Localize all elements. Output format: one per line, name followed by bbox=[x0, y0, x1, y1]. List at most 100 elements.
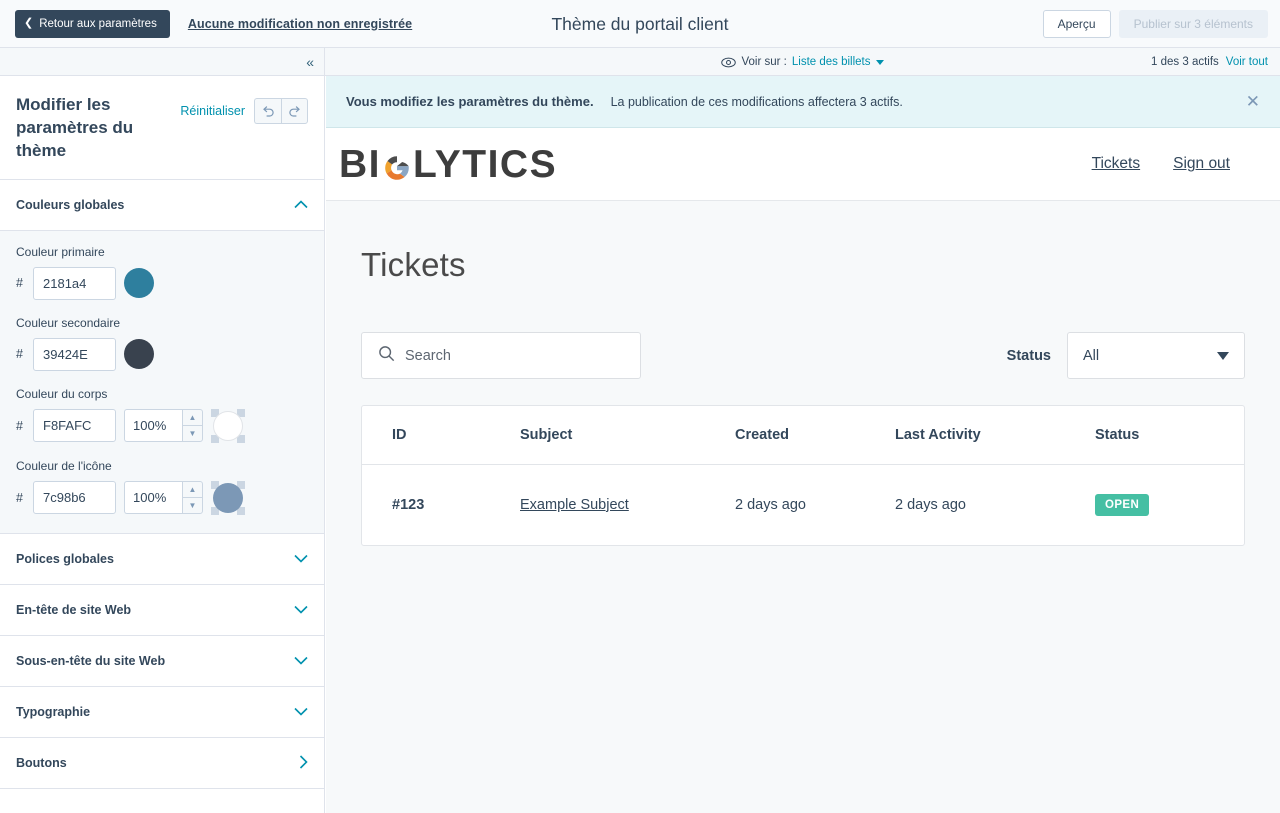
color-field-body: Couleur du corps # ▲ ▼ bbox=[16, 387, 308, 443]
column-header-status: Status bbox=[1095, 427, 1244, 443]
banner-title: Vous modifiez les paramètres du thème. bbox=[346, 94, 594, 109]
preview-button[interactable]: Aperçu bbox=[1043, 10, 1111, 38]
section-label: En-tête de site Web bbox=[16, 603, 131, 617]
tickets-page: Tickets Search Status All bbox=[326, 201, 1280, 546]
sidebar-section-typographie[interactable]: Typographie bbox=[0, 687, 324, 738]
cell-created: 2 days ago bbox=[735, 497, 895, 513]
section-label: Polices globales bbox=[16, 552, 114, 566]
back-to-settings-button[interactable]: ❮ Retour aux paramètres bbox=[15, 10, 170, 38]
body-hex-input[interactable] bbox=[33, 409, 116, 442]
chevron-down-icon bbox=[294, 552, 308, 565]
tickets-heading: Tickets bbox=[361, 246, 1245, 284]
sidebar-title: Modifier les paramètres du thème bbox=[16, 94, 176, 163]
sidebar-section-sous-en-tete-du-site-web[interactable]: Sous-en-tête du site Web bbox=[0, 636, 324, 687]
spinner-down-icon[interactable]: ▼ bbox=[183, 426, 202, 441]
primary-color-swatch[interactable] bbox=[124, 268, 154, 298]
actives-status: 1 des 3 actifs Voir tout bbox=[1151, 48, 1268, 76]
hash-symbol: # bbox=[16, 276, 25, 290]
spinner-up-icon[interactable]: ▲ bbox=[183, 482, 202, 498]
spinner-down-icon[interactable]: ▼ bbox=[183, 498, 202, 513]
icon-color-swatch[interactable] bbox=[211, 481, 245, 515]
column-header-id: ID bbox=[362, 427, 520, 443]
sidebar-collapse-cell: « bbox=[0, 48, 325, 76]
view-on-selector[interactable]: Liste des billets bbox=[792, 56, 884, 68]
status-filter-select[interactable]: All bbox=[1067, 332, 1245, 379]
column-header-created: Created bbox=[735, 427, 895, 443]
chevron-down-icon bbox=[876, 60, 884, 65]
undo-redo-group bbox=[254, 98, 308, 124]
reset-link[interactable]: Réinitialiser bbox=[180, 104, 245, 118]
cell-last-activity: 2 days ago bbox=[895, 497, 1095, 513]
body-color-swatch[interactable] bbox=[211, 409, 245, 443]
chevron-left-icon: ❮ bbox=[24, 18, 33, 29]
view-all-link[interactable]: Voir tout bbox=[1226, 56, 1268, 68]
body-opacity-input[interactable] bbox=[124, 409, 182, 442]
cell-status: OPEN bbox=[1095, 494, 1244, 516]
column-header-last-activity: Last Activity bbox=[895, 427, 1095, 443]
color-label: Couleur de l'icône bbox=[16, 459, 308, 473]
unsaved-changes-link[interactable]: Aucune modification non enregistrée bbox=[188, 17, 412, 31]
chevron-down-icon bbox=[294, 654, 308, 667]
icon-opacity-stepper: ▲ ▼ bbox=[124, 481, 203, 514]
logo-text-part2: LYTICS bbox=[413, 145, 557, 184]
sidebar-header-actions: Réinitialiser bbox=[180, 94, 308, 124]
theme-preview-pane: Vous modifiez les paramètres du thème. L… bbox=[326, 76, 1280, 813]
site-logo: BI LYTICS bbox=[339, 145, 557, 184]
sidebar-section-polices-globales[interactable]: Polices globales bbox=[0, 534, 324, 585]
sidebar-section-couleurs-globales[interactable]: Couleurs globales bbox=[0, 180, 324, 231]
chevron-right-icon bbox=[299, 755, 308, 771]
icon-opacity-input[interactable] bbox=[124, 481, 182, 514]
site-nav: Tickets Sign out bbox=[1092, 155, 1230, 173]
global-colors-panel: Couleur primaire # Couleur secondaire # … bbox=[0, 231, 324, 534]
color-field-secondary: Couleur secondaire # bbox=[16, 316, 308, 371]
sidebar-header: Modifier les paramètres du thème Réiniti… bbox=[0, 76, 324, 180]
publish-button[interactable]: Publier sur 3 éléments bbox=[1119, 10, 1268, 38]
cell-subject: Example Subject bbox=[520, 497, 735, 513]
icon-hex-input[interactable] bbox=[33, 481, 116, 514]
section-label: Couleurs globales bbox=[16, 198, 124, 212]
sidebar-section-boutons[interactable]: Boutons bbox=[0, 738, 324, 789]
status-filter-label: Status bbox=[1007, 348, 1051, 364]
primary-hex-input[interactable] bbox=[33, 267, 116, 300]
editing-banner: Vous modifiez les paramètres du thème. L… bbox=[326, 76, 1280, 128]
back-to-settings-label: Retour aux paramètres bbox=[39, 18, 157, 30]
color-field-primary: Couleur primaire # bbox=[16, 245, 308, 300]
theme-settings-sidebar: Modifier les paramètres du thème Réiniti… bbox=[0, 76, 325, 813]
table-header-row: ID Subject Created Last Activity Status bbox=[362, 406, 1244, 465]
color-label: Couleur primaire bbox=[16, 245, 308, 259]
undo-arrow-icon[interactable] bbox=[254, 98, 281, 124]
column-header-subject: Subject bbox=[520, 427, 735, 443]
eye-icon bbox=[721, 57, 736, 68]
secondary-color-swatch[interactable] bbox=[124, 339, 154, 369]
secondary-toolbar: « Voir sur : Liste des billets 1 des 3 a… bbox=[0, 48, 1280, 76]
hash-symbol: # bbox=[16, 347, 25, 361]
spinner-up-icon[interactable]: ▲ bbox=[183, 410, 202, 426]
nav-link-tickets[interactable]: Tickets bbox=[1092, 155, 1141, 173]
sidebar-section-en-tete-de-site-web[interactable]: En-tête de site Web bbox=[0, 585, 324, 636]
section-label: Typographie bbox=[16, 705, 90, 719]
chevron-up-icon bbox=[294, 198, 308, 211]
redo-arrow-icon[interactable] bbox=[281, 98, 308, 124]
hash-symbol: # bbox=[16, 419, 25, 433]
status-badge: OPEN bbox=[1095, 494, 1149, 516]
body-opacity-stepper: ▲ ▼ bbox=[124, 409, 203, 442]
nav-link-sign-out[interactable]: Sign out bbox=[1173, 155, 1230, 173]
color-label: Couleur du corps bbox=[16, 387, 308, 401]
search-placeholder: Search bbox=[405, 348, 451, 364]
secondary-hex-input[interactable] bbox=[33, 338, 116, 371]
status-filter-group: Status All bbox=[1007, 332, 1245, 379]
tickets-filter-row: Search Status All bbox=[361, 332, 1245, 379]
close-icon[interactable]: ✕ bbox=[1246, 93, 1260, 110]
color-label: Couleur secondaire bbox=[16, 316, 308, 330]
logo-text-part1: BI bbox=[339, 145, 381, 184]
tickets-table: ID Subject Created Last Activity Status … bbox=[361, 405, 1245, 546]
table-row[interactable]: #123 Example Subject 2 days ago 2 days a… bbox=[362, 465, 1244, 545]
search-input-wrapper[interactable]: Search bbox=[361, 332, 641, 379]
g-circle-logo-icon bbox=[382, 151, 412, 181]
actives-count: 1 des 3 actifs bbox=[1151, 56, 1219, 68]
ticket-subject-link[interactable]: Example Subject bbox=[520, 497, 629, 513]
banner-description: La publication de ces modifications affe… bbox=[611, 95, 903, 109]
chevron-double-left-icon[interactable]: « bbox=[306, 55, 314, 69]
chevron-down-icon bbox=[294, 603, 308, 616]
chevron-down-icon bbox=[294, 705, 308, 718]
